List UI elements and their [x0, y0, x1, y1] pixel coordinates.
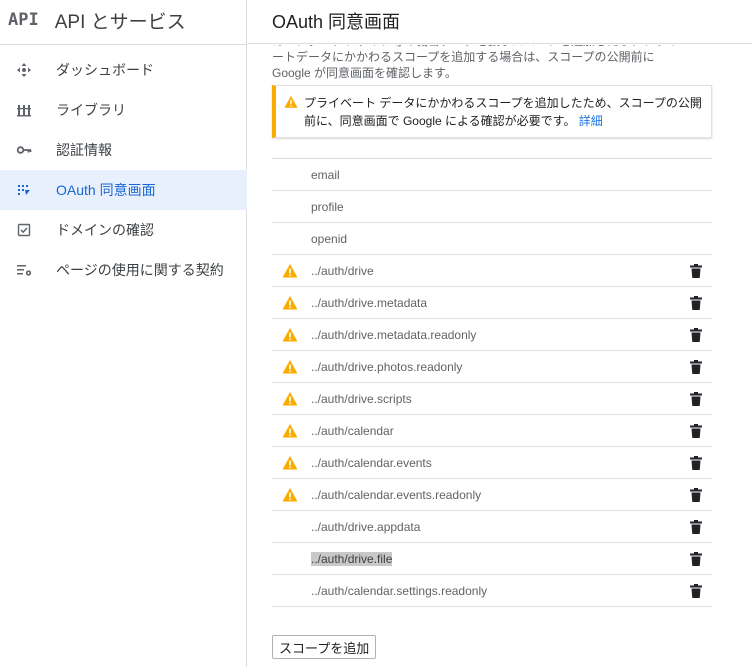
delete-scope-icon[interactable]	[689, 487, 703, 503]
warning-icon	[282, 327, 298, 343]
page-header: OAuth 同意画面	[248, 0, 752, 44]
scope-row: profile	[272, 191, 712, 223]
scope-name: ../auth/drive.metadata.readonly	[311, 328, 477, 342]
warning-icon	[282, 455, 298, 471]
scope-name: ../auth/drive	[311, 264, 374, 278]
scope-name: ../auth/drive.appdata	[311, 520, 421, 534]
library-icon	[16, 102, 32, 118]
delete-scope-icon[interactable]	[689, 519, 703, 535]
sidebar-item-label: OAuth 同意画面	[56, 182, 156, 198]
sidebar-nav: ダッシュボード ライブラリ 認証情報 OAuth 同意画面 ドメインの確認 ペー…	[0, 50, 247, 290]
scope-row: ../auth/drive.file	[272, 543, 712, 575]
api-logo: API	[8, 10, 39, 30]
sidebar-item-dashboard[interactable]: ダッシュボード	[0, 50, 247, 90]
delete-scope-icon[interactable]	[689, 551, 703, 567]
delete-scope-icon[interactable]	[689, 423, 703, 439]
scope-row: ../auth/drive.scripts	[272, 383, 712, 415]
delete-scope-icon[interactable]	[689, 455, 703, 471]
delete-scope-icon[interactable]	[689, 391, 703, 407]
scope-name: ../auth/drive.metadata	[311, 296, 428, 310]
notice-text: プライベート データにかかわるスコープを追加したため、スコープの公開前に、同意画…	[304, 94, 704, 130]
sidebar-item-oauth-consent[interactable]: OAuth 同意画面	[0, 170, 247, 210]
sidebar-item-label: ライブラリ	[56, 102, 126, 118]
scope-row: ../auth/drive.photos.readonly	[272, 351, 712, 383]
scope-name: ../auth/drive.scripts	[311, 392, 412, 406]
scope-name: ../auth/drive.photos.readonly	[311, 360, 463, 374]
scope-name: profile	[311, 200, 344, 214]
dashboard-icon	[16, 62, 32, 78]
scope-name: openid	[311, 232, 348, 246]
scope-row: ../auth/drive.appdata	[272, 511, 712, 543]
scope-row: ../auth/drive.metadata.readonly	[272, 319, 712, 351]
scope-row: openid	[272, 223, 712, 255]
warning-icon	[282, 359, 298, 375]
warning-icon	[282, 391, 298, 407]
main-content: カレンダー、ドライブ等の機密データを扱うスコープを追加したり、プライベートデータ…	[248, 45, 752, 667]
delete-scope-icon[interactable]	[689, 327, 703, 343]
settings-list-icon	[16, 262, 32, 278]
warning-icon	[284, 95, 298, 109]
delete-scope-icon[interactable]	[689, 263, 703, 279]
sidebar-item-label: ドメインの確認	[56, 222, 154, 238]
intro-text: カレンダー、ドライブ等の機密データを扱うスコープを追加したり、プライベートデータ…	[272, 45, 691, 80]
scope-name: ../auth/calendar.settings.readonly	[311, 584, 488, 598]
checkbox-icon	[16, 222, 32, 238]
delete-scope-icon[interactable]	[689, 583, 703, 599]
delete-scope-icon[interactable]	[689, 295, 703, 311]
scope-row: ../auth/calendar.events	[272, 447, 712, 479]
sidebar-item-page-usage-agreements[interactable]: ページの使用に関する契約	[0, 250, 247, 290]
scope-name: email	[311, 168, 340, 182]
scope-table: email profile openid ../auth/drive ../auth/d…	[272, 158, 712, 607]
key-icon	[16, 142, 32, 158]
warning-icon	[282, 423, 298, 439]
warning-icon	[282, 487, 298, 503]
scope-name: ../auth/calendar	[311, 424, 394, 438]
warning-icon	[282, 295, 298, 311]
sidebar: API API とサービス ダッシュボード ライブラリ 認証情報 OAuth 同…	[0, 0, 247, 667]
scope-row: ../auth/drive.metadata	[272, 287, 712, 319]
product-title[interactable]: API とサービス	[55, 7, 186, 34]
page-title: OAuth 同意画面	[272, 12, 401, 32]
sidebar-item-library[interactable]: ライブラリ	[0, 90, 247, 130]
verification-notice: プライベート データにかかわるスコープを追加したため、スコープの公開前に、同意画…	[272, 85, 712, 138]
sidebar-divider	[0, 44, 247, 45]
sidebar-item-label: 認証情報	[56, 142, 112, 158]
notice-message: プライベート データにかかわるスコープを追加したため、スコープの公開前に、同意画…	[304, 96, 702, 128]
scope-name: ../auth/calendar.events.readonly	[311, 488, 482, 502]
scope-row: ../auth/drive	[272, 255, 712, 287]
scope-row: ../auth/calendar.events.readonly	[272, 479, 712, 511]
scope-name: ../auth/drive.file	[311, 552, 393, 566]
sidebar-item-label: ページの使用に関する契約	[56, 262, 224, 278]
warning-icon	[282, 263, 298, 279]
delete-scope-icon[interactable]	[689, 359, 703, 375]
sidebar-item-domain-verification[interactable]: ドメインの確認	[0, 210, 247, 250]
sidebar-item-label: ダッシュボード	[56, 62, 154, 78]
brand: API API とサービス	[0, 0, 246, 40]
scope-row: ../auth/calendar.settings.readonly	[272, 575, 712, 607]
sidebar-item-credentials[interactable]: 認証情報	[0, 130, 247, 170]
scope-name: ../auth/calendar.events	[311, 456, 432, 470]
add-scope-button[interactable]: スコープを追加	[272, 635, 377, 659]
scope-row: ../auth/calendar	[272, 415, 712, 447]
learn-more-link[interactable]: 詳細	[579, 114, 603, 128]
consent-screen-icon	[16, 182, 32, 198]
scope-row: email	[272, 159, 712, 191]
